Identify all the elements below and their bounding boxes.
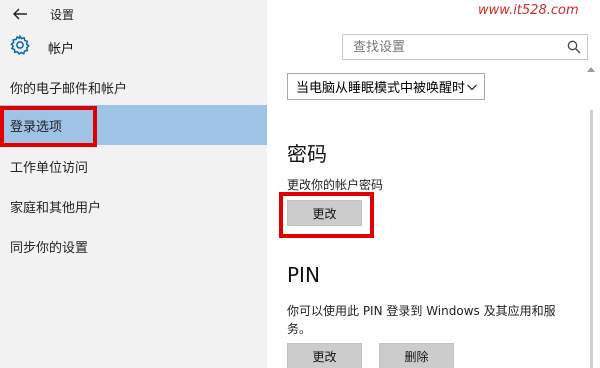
sidebar-item-sync-settings[interactable]: 同步你的设置 — [0, 226, 267, 266]
require-sign-in-dropdown[interactable]: 当电脑从睡眠模式中被唤醒时 — [287, 73, 485, 100]
search-box[interactable] — [342, 34, 588, 60]
change-pin-button[interactable]: 更改 — [287, 343, 362, 368]
password-section-title: 密码 — [287, 142, 327, 166]
chevron-down-icon — [467, 84, 477, 91]
window-title: 设置 — [50, 8, 75, 22]
arrow-left-icon — [13, 8, 27, 20]
gear-icon — [10, 34, 30, 56]
watermark: www.it528.com — [478, 3, 579, 18]
scrollbar[interactable] — [586, 62, 596, 368]
page-header: 帐户 — [0, 30, 267, 62]
dropdown-value: 当电脑从睡眠模式中被唤醒时 — [296, 81, 466, 96]
sidebar-item-email-accounts[interactable]: 你的电子邮件和帐户 — [0, 67, 267, 107]
sidebar-item-family-users[interactable]: 家庭和其他用户 — [0, 186, 267, 226]
pin-section-title: PIN — [287, 263, 320, 287]
back-button[interactable] — [8, 4, 32, 24]
change-password-button[interactable]: 更改 — [287, 200, 362, 226]
sidebar-item-sign-in-options[interactable]: 登录选项 — [0, 105, 267, 145]
search-input[interactable] — [343, 39, 561, 55]
scroll-thumb[interactable] — [590, 110, 593, 368]
pin-description: 你可以使用此 PIN 登录到 Windows 及其应用和服务。 — [287, 304, 556, 336]
sidebar-item-work-access[interactable]: 工作单位访问 — [0, 146, 267, 186]
remove-pin-button[interactable]: 删除 — [379, 343, 454, 368]
scroll-up-arrow-icon[interactable] — [587, 66, 595, 72]
password-description: 更改你的帐户密码 — [287, 178, 384, 192]
page-title: 帐户 — [48, 42, 75, 57]
search-icon[interactable] — [561, 35, 587, 59]
